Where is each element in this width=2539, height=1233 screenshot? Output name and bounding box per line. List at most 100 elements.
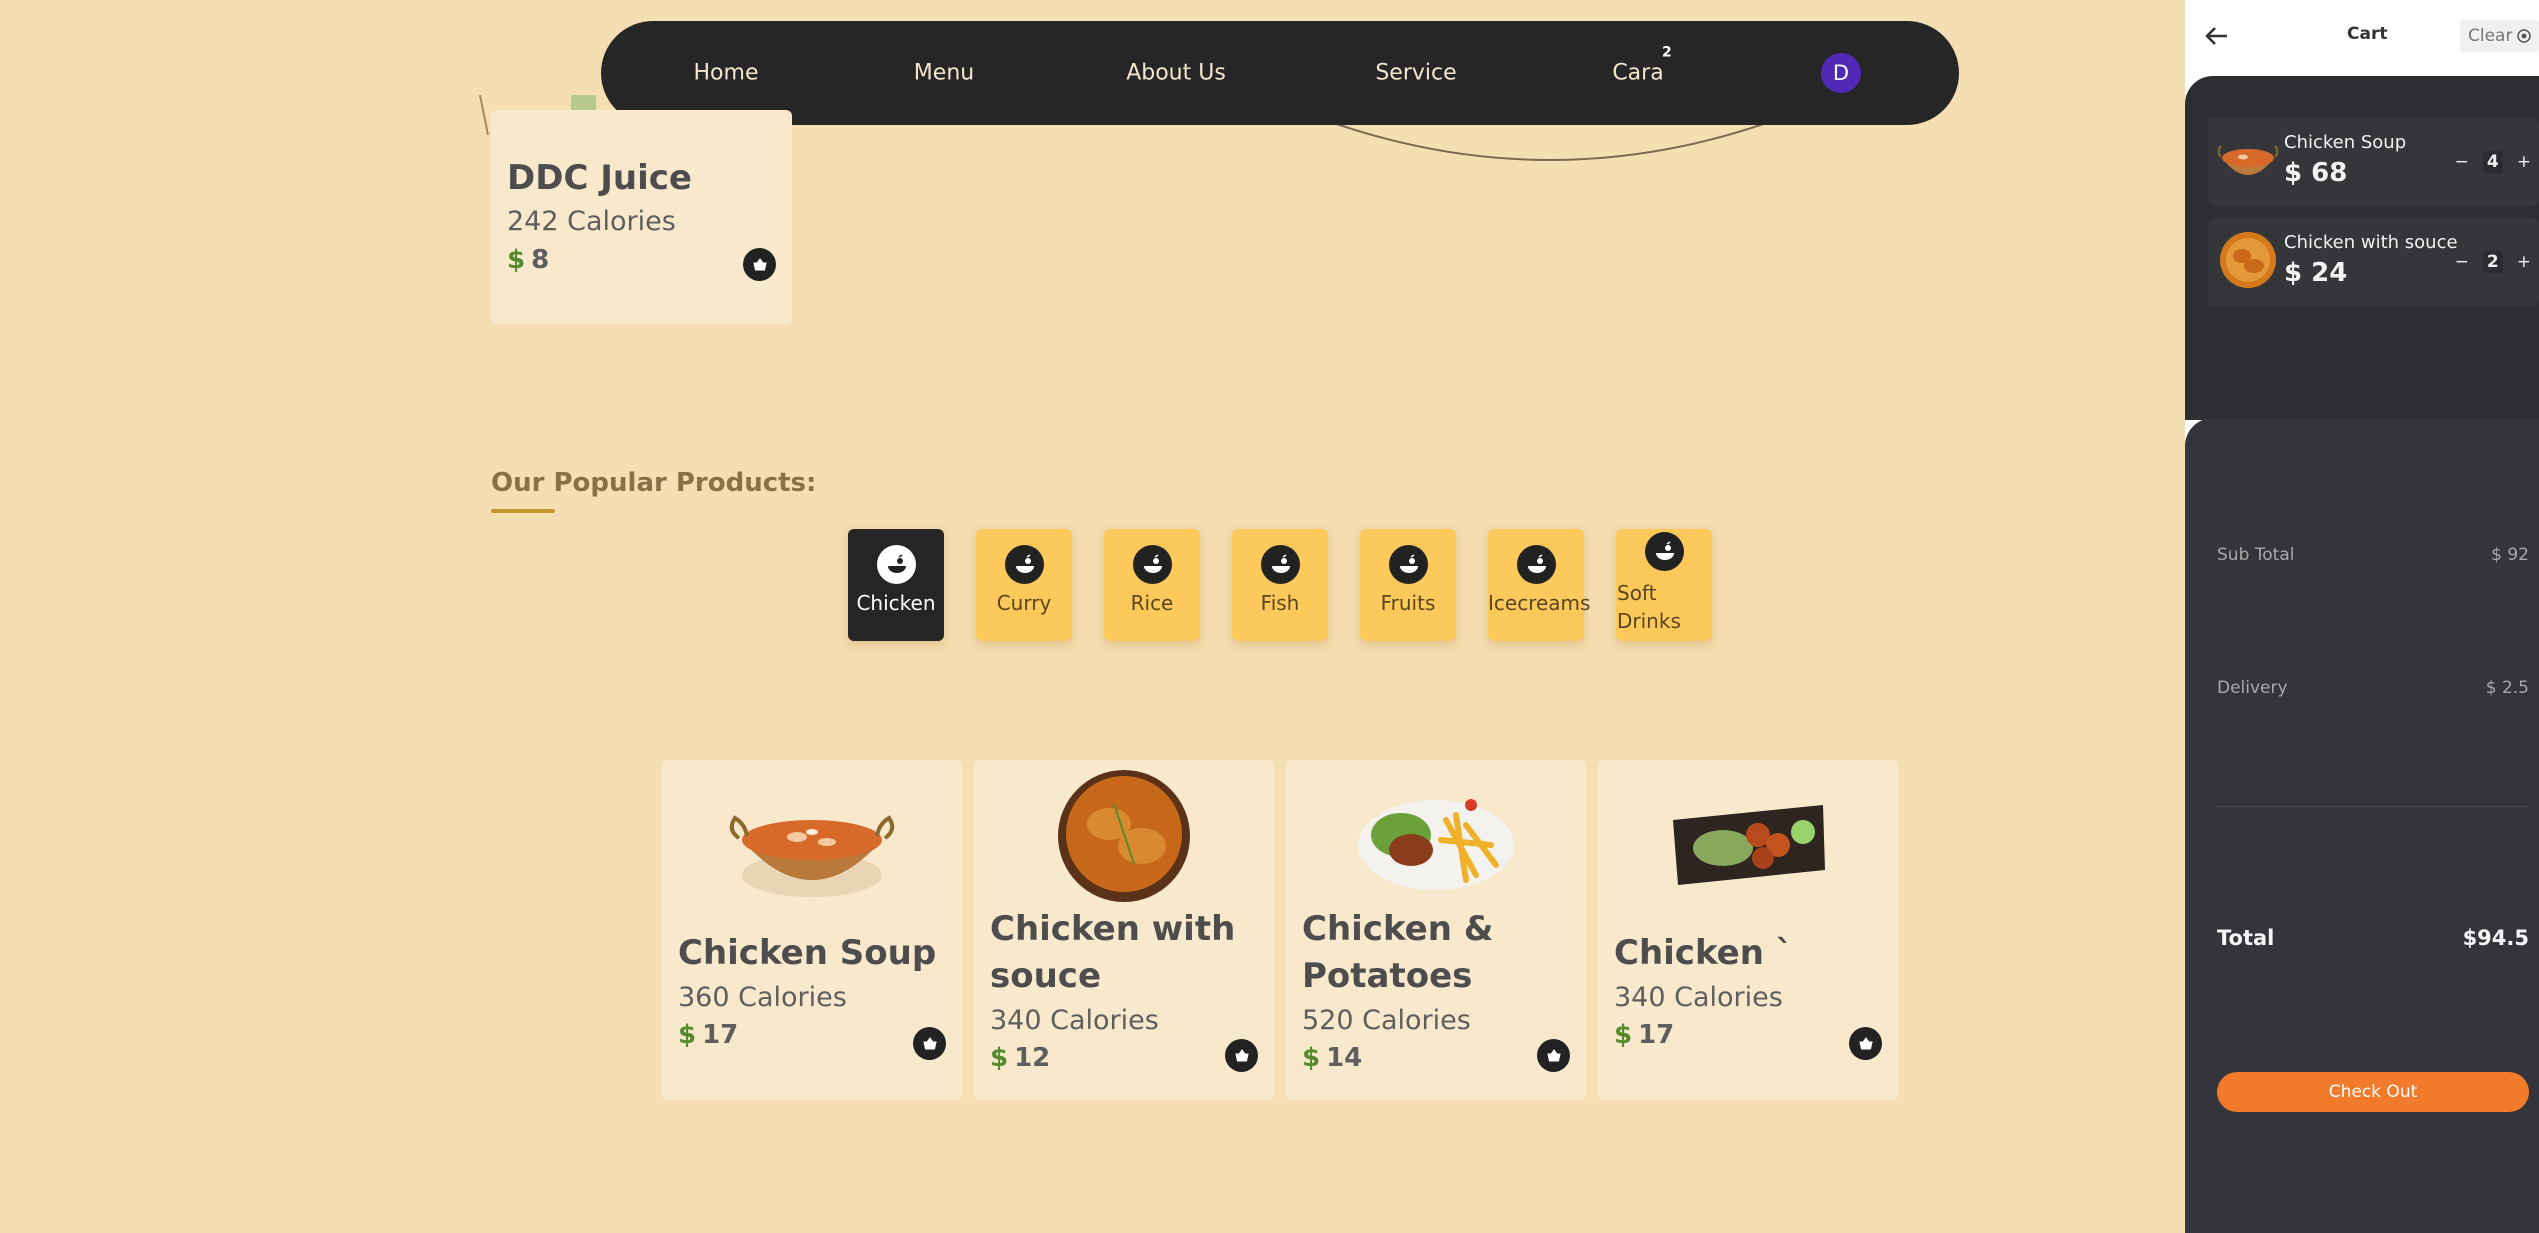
price-value: 17 (702, 1020, 739, 1050)
price-value: 8 (531, 245, 550, 275)
summary-divider (2217, 806, 2529, 807)
product-title: DDC Juice (507, 158, 692, 198)
category-label: Rice (1130, 591, 1174, 615)
subtotal-label: Sub Total (2217, 545, 2295, 565)
product-card: Chicken with souce 340 Calories $12 (974, 760, 1274, 1100)
category-icecreams[interactable]: Icecreams (1488, 529, 1591, 641)
user-avatar[interactable]: D (1821, 53, 1861, 93)
back-arrow-icon[interactable] (2203, 22, 2231, 50)
product-price: $8 (507, 245, 549, 275)
cart-item: Chicken with souce $ 24 − 2 + (2208, 218, 2539, 306)
food-icon (1133, 545, 1172, 584)
product-calories: 520 Calories (1302, 1005, 1471, 1036)
add-to-cart-button[interactable] (1849, 1027, 1882, 1060)
product-title: Chicken with souce (990, 909, 1236, 996)
category-fish[interactable]: Fish (1232, 529, 1328, 641)
cart-item: Chicken Soup $ 68 − 4 + (2208, 118, 2539, 206)
product-price: $14 (1302, 1043, 1362, 1073)
price-value: 12 (1014, 1043, 1051, 1073)
category-soft-drinks[interactable]: Soft Drinks (1616, 529, 1712, 641)
category-label: Fruits (1380, 591, 1436, 615)
category-label: Fish (1260, 591, 1300, 615)
currency-symbol: $ (678, 1020, 697, 1050)
currency-symbol: $ (1302, 1043, 1321, 1073)
product-calories: 340 Calories (990, 1005, 1159, 1036)
cart-count-badge: 2 (1661, 44, 1672, 61)
increase-quantity-button[interactable]: + (2517, 152, 2531, 172)
decrease-quantity-button[interactable]: − (2455, 252, 2469, 272)
category-curry[interactable]: Curry (976, 529, 1072, 641)
decrease-quantity-button[interactable]: − (2455, 152, 2469, 172)
cart-summary: Sub Total $ 92 Delivery $ 2.5 Total $94.… (2185, 418, 2539, 1233)
nav-service-link[interactable]: Service (1375, 61, 1456, 86)
product-card-ddc-juice: DDC Juice 242 Calories $8 (491, 110, 792, 324)
food-icon (1261, 545, 1300, 584)
total-value: $94.5 (2462, 926, 2529, 950)
category-label: Icecreams (1488, 591, 1591, 615)
add-to-cart-button[interactable] (1225, 1039, 1258, 1072)
checkout-button[interactable]: Check Out (2217, 1072, 2529, 1112)
basket-icon (922, 1036, 937, 1049)
clear-cart-button[interactable]: Clear (2460, 20, 2539, 52)
category-label: Curry (996, 591, 1052, 615)
cart-item-price: $ 24 (2284, 258, 2348, 288)
delivery-row: Delivery $ 2.5 (2217, 678, 2529, 698)
total-label: Total (2217, 926, 2275, 950)
basket-icon (1858, 1036, 1873, 1049)
subtotal-value: $ 92 (2491, 545, 2529, 565)
food-icon (1517, 545, 1556, 584)
increase-quantity-button[interactable]: + (2517, 252, 2531, 272)
product-calories: 242 Calories (507, 206, 676, 237)
category-label: Soft Drinks (1617, 581, 1681, 633)
nav-about-link[interactable]: About Us (1126, 61, 1226, 86)
clear-icon (2517, 29, 2532, 43)
category-rice[interactable]: Rice (1104, 529, 1200, 641)
quantity-value: 4 (2482, 151, 2503, 173)
cart-item-name: Chicken with souce (2284, 232, 2458, 253)
chicken-with-souce-thumbnail (2220, 232, 2276, 288)
navbar: Home Menu About Us Service Cara 2 D (601, 21, 1959, 125)
subtotal-row: Sub Total $ 92 (2217, 545, 2529, 565)
cart-panel: Cart Clear Chicken Soup $ 68 − 4 + Chick… (2185, 0, 2539, 1233)
product-price: $12 (990, 1043, 1050, 1073)
section-title: Our Popular Products: (491, 468, 817, 498)
currency-symbol: $ (507, 245, 526, 275)
food-icon (877, 545, 916, 584)
chicken-soup-image (729, 815, 895, 897)
product-calories: 360 Calories (678, 982, 847, 1013)
price-value: 17 (1638, 1020, 1675, 1050)
cart-title: Cart (2347, 24, 2388, 44)
currency-symbol: $ (1614, 1020, 1633, 1050)
currency-symbol: $ (990, 1043, 1009, 1073)
cart-item-name: Chicken Soup (2284, 132, 2407, 153)
product-price: $17 (1614, 1020, 1674, 1050)
add-to-cart-button[interactable] (913, 1027, 946, 1060)
chicken-potatoes-image (1358, 799, 1514, 890)
food-icon (1389, 545, 1428, 584)
quantity-stepper: − 4 + (2455, 151, 2531, 173)
product-title: Chicken Soup (678, 933, 937, 973)
nav-home-link[interactable]: Home (694, 61, 759, 86)
category-label: Chicken (856, 591, 936, 615)
add-to-cart-button[interactable] (743, 248, 776, 281)
cart-header: Cart Clear (2185, 0, 2539, 76)
cart-items-list: Chicken Soup $ 68 − 4 + Chicken with sou… (2185, 76, 2539, 420)
basket-icon (1546, 1048, 1561, 1061)
cart-item-price: $ 68 (2284, 158, 2348, 188)
product-calories: 340 Calories (1614, 982, 1783, 1013)
product-card: Chicken Soup 360 Calories $17 (662, 760, 962, 1100)
section-underline (491, 509, 555, 513)
product-card: Chicken & Potatoes 520 Calories $14 (1286, 760, 1586, 1100)
category-fruits[interactable]: Fruits (1360, 529, 1456, 641)
nav-menu-link[interactable]: Menu (914, 61, 974, 86)
add-to-cart-button[interactable] (1537, 1039, 1570, 1072)
category-chicken[interactable]: Chicken (848, 529, 944, 641)
food-icon (1645, 532, 1684, 571)
nav-cart-link[interactable]: Cara 2 (1612, 45, 1671, 86)
quantity-stepper: − 2 + (2455, 251, 2531, 273)
quantity-value: 2 (2482, 251, 2503, 273)
nav-cart-label: Cara (1612, 60, 1664, 86)
food-icon (1005, 545, 1044, 584)
product-price: $17 (678, 1020, 738, 1050)
chicken-soup-thumbnail (2218, 145, 2278, 175)
